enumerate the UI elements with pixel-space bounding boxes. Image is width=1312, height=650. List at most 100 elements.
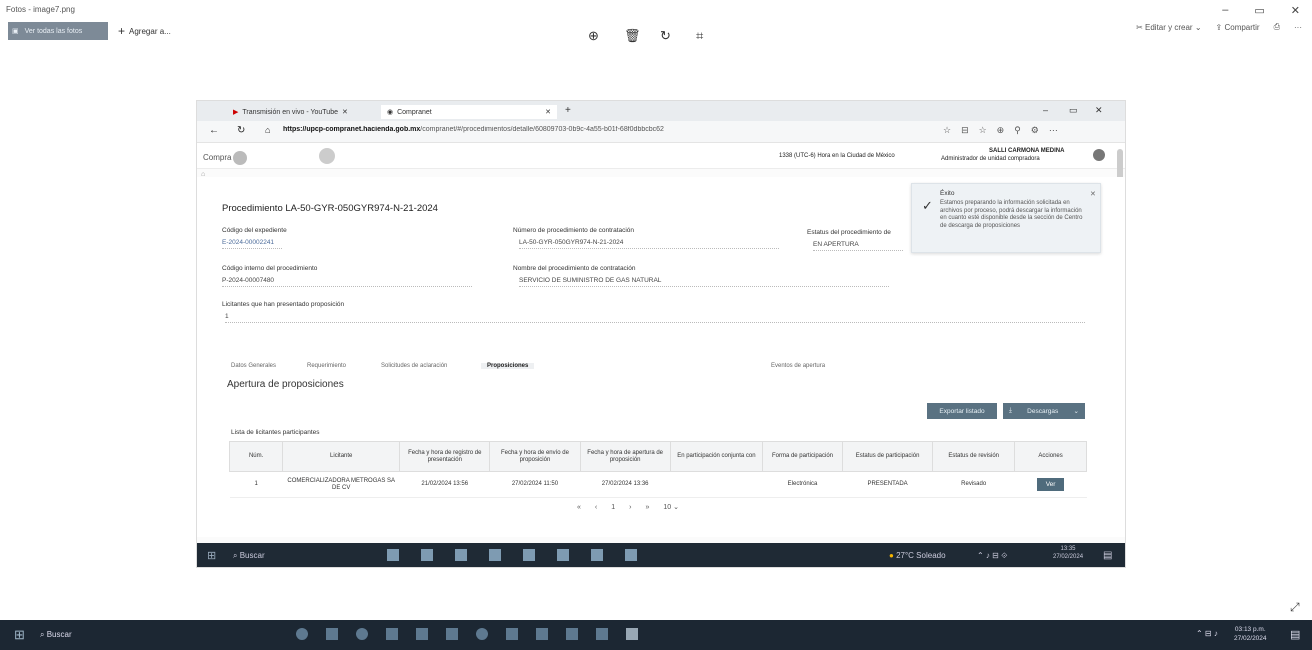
edit-icon: ✂ xyxy=(1136,22,1143,32)
weather-widget[interactable]: ● 27°C Soleado xyxy=(889,551,946,560)
browser-tab-compranet[interactable]: ◉ Compranet ✕ xyxy=(381,105,557,119)
window-controls: – ▭ ✕ xyxy=(1222,4,1300,17)
crop-icon[interactable]: ⌗ xyxy=(696,28,703,44)
more-icon[interactable]: ··· xyxy=(1294,23,1302,32)
print-icon[interactable]: ⎙ xyxy=(1274,22,1280,32)
page-size-select[interactable]: 10 ⌄ xyxy=(663,503,679,511)
browser-tab-youtube[interactable]: ▶ Transmisión en vivo - YouTube ✕ xyxy=(227,105,377,119)
toast-title: Éxito xyxy=(940,190,955,197)
inner-clock: 13:35 27/02/2024 xyxy=(1053,546,1083,562)
tab-title: Transmisión en vivo - YouTube xyxy=(242,108,338,116)
toast-close-icon[interactable]: ✕ xyxy=(1090,190,1096,198)
cell-fecha-envio: 27/02/2024 11:50 xyxy=(489,471,581,498)
tray-icons[interactable]: ⌃ ♪ ⊟ ⟐ xyxy=(977,551,1007,561)
minimize-icon[interactable]: – xyxy=(1222,4,1228,17)
taskbar-apps[interactable] xyxy=(387,549,767,563)
section-tabs: Datos Generales Requerimiento Solicitude… xyxy=(231,363,1091,375)
num-label: Número de procedimiento de contratación xyxy=(513,227,635,234)
section-title: Apertura de proposiciones xyxy=(227,379,344,390)
see-all-photos-button[interactable]: ▣ Ver todas las fotos xyxy=(8,22,108,40)
share-button[interactable]: ⇪ Compartir xyxy=(1216,23,1260,32)
browser-close-icon[interactable]: ✕ xyxy=(1095,105,1103,116)
col-conjunta: En participación conjunta con xyxy=(669,441,764,472)
success-toast: ✓ Éxito ✕ Estamos preparando la informac… xyxy=(911,183,1101,253)
excel-icon[interactable] xyxy=(506,628,518,640)
zoom-icon[interactable]: ⊕ xyxy=(588,28,599,44)
tab-proposiciones[interactable]: Proposiciones xyxy=(481,363,535,369)
cell-licitante: COMERCIALIZADORA METROGAS SA DE CV xyxy=(282,471,400,498)
photos-app-icon[interactable] xyxy=(626,628,638,640)
tab-datos-generales[interactable]: Datos Generales xyxy=(231,363,276,369)
edge-icon[interactable] xyxy=(356,628,368,640)
chrome-icon[interactable] xyxy=(476,628,488,640)
taskbar-search[interactable]: ⌕ Buscar xyxy=(40,630,72,640)
name-label: Nombre del procedimiento de contratación xyxy=(513,265,636,272)
view-button[interactable]: Ver xyxy=(1036,477,1065,492)
plus-icon: + xyxy=(118,24,126,38)
last-page-icon[interactable]: » xyxy=(646,504,650,511)
user-avatar[interactable] xyxy=(1093,149,1105,161)
add-to-label: Agregar a... xyxy=(129,26,171,36)
close-icon[interactable]: ✕ xyxy=(1291,4,1300,17)
back-icon[interactable]: ← xyxy=(209,125,219,136)
tab-requerimiento[interactable]: Requerimiento xyxy=(307,363,346,369)
status-label: Estatus del procedimiento de xyxy=(807,229,891,236)
windows-start-icon[interactable]: ⊞ xyxy=(207,549,216,562)
add-to-button[interactable]: + Agregar a... xyxy=(118,24,171,38)
windows-start-icon[interactable]: ⊞ xyxy=(14,627,25,643)
new-tab-icon[interactable]: + xyxy=(565,105,571,116)
windows-taskbar: ⊞ ⌕ Buscar ⌃ ⊟ ♪ 03:13 p.m. 27/02/2024 ▤ xyxy=(0,620,1312,650)
cortana-icon[interactable] xyxy=(296,628,308,640)
browser-toolbar-icons[interactable]: ☆⊟☆⊕⚲⚙⋯ xyxy=(943,125,1068,136)
next-page-icon[interactable]: › xyxy=(629,504,631,511)
first-page-icon[interactable]: « xyxy=(577,504,581,511)
app-icon[interactable] xyxy=(566,628,578,640)
downloads-label: Descargas xyxy=(1027,407,1059,415)
close-tab-icon[interactable]: ✕ xyxy=(545,108,551,116)
taskbar-search[interactable]: ⌕ Buscar xyxy=(233,551,265,561)
expand-icon[interactable]: ⤢ xyxy=(1290,600,1300,615)
tab-solicitudes[interactable]: Solicitudes de aclaración xyxy=(381,363,447,369)
word-icon[interactable] xyxy=(536,628,548,640)
refresh-icon[interactable]: ↻ xyxy=(237,125,245,136)
browser-minimize-icon[interactable]: – xyxy=(1043,105,1048,115)
tray-icons[interactable]: ⌃ ⊟ ♪ xyxy=(1196,629,1218,638)
app-icon-2[interactable] xyxy=(596,628,608,640)
tab-eventos-apertura[interactable]: Eventos de apertura xyxy=(771,363,825,369)
col-estatus-rev: Estatus de revisión xyxy=(932,441,1016,472)
rotate-icon[interactable]: ↻ xyxy=(660,28,671,44)
cell-num: 1 xyxy=(229,471,283,498)
edit-create-button[interactable]: ✂ Editar y crear ⌄ xyxy=(1136,23,1201,32)
user-role: Administrador de unidad compradora xyxy=(941,156,1040,162)
browser-maximize-icon[interactable]: ▭ xyxy=(1069,105,1078,116)
col-num: Núm. xyxy=(228,441,284,472)
secondary-logo xyxy=(319,148,335,164)
bidders-table: Núm. Licitante Fecha y hora de registro … xyxy=(228,441,1087,498)
current-page[interactable]: 1 xyxy=(611,504,615,511)
internal-label: Código interno del procedimiento xyxy=(222,265,318,272)
exp-value-link[interactable]: E-2024-00002241 xyxy=(222,239,282,249)
bidders-value: 1 xyxy=(225,313,1085,323)
site-header: Compra 1338 (UTC-6) Hora en la Ciudad de… xyxy=(197,143,1125,169)
maximize-icon[interactable]: ▭ xyxy=(1254,4,1264,17)
outlook-icon[interactable] xyxy=(446,628,458,640)
notification-icon[interactable]: ▤ xyxy=(1290,628,1300,641)
task-view-icon[interactable] xyxy=(326,628,338,640)
address-bar: ← ↻ ⌂ https://upcp-compranet.hacienda.go… xyxy=(197,121,1125,143)
weather-icon: ● xyxy=(889,551,894,560)
site-logo: Compra xyxy=(203,151,248,165)
mail-icon[interactable] xyxy=(386,628,398,640)
url-field[interactable]: https://upcp-compranet.hacienda.gob.mx/c… xyxy=(283,126,863,133)
timezone-text: 1338 (UTC-6) Hora en la Ciudad de México xyxy=(779,153,895,159)
check-icon: ✓ xyxy=(922,198,933,213)
col-fecha-envio: Fecha y hora de envío de proposición xyxy=(489,441,581,472)
delete-icon[interactable]: 🗑 xyxy=(624,28,641,44)
store-icon[interactable] xyxy=(416,628,428,640)
close-tab-icon[interactable]: ✕ xyxy=(342,108,348,116)
export-list-button[interactable]: Exportar listado xyxy=(927,403,997,419)
page-title: Procedimiento LA-50-GYR-050GYR974-N-21-2… xyxy=(222,203,438,214)
prev-page-icon[interactable]: ‹ xyxy=(595,504,597,511)
system-clock: 03:13 p.m. 27/02/2024 xyxy=(1234,625,1267,643)
notification-icon[interactable]: ▤ xyxy=(1103,550,1112,561)
downloads-button[interactable]: ⤓ Descargas ⌄ xyxy=(1003,403,1085,419)
